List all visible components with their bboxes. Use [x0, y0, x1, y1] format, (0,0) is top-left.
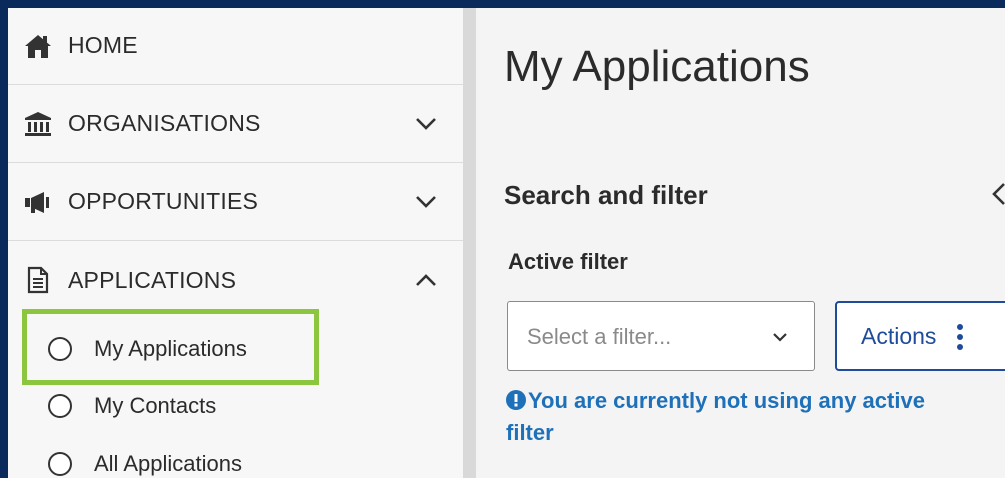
radio-icon [48, 452, 72, 476]
app-frame: HOME ORGANISATIONS OPPORTUNITIES APPLICA… [8, 8, 1005, 478]
panel-splitter[interactable] [463, 8, 476, 478]
home-icon [24, 32, 52, 60]
filter-info-message: You are currently not using any active f… [506, 385, 946, 449]
main-content: My Applications Search and filter Active… [476, 8, 1005, 478]
chevron-down-icon[interactable] [413, 111, 439, 137]
actions-button-label: Actions [861, 323, 937, 349]
megaphone-icon [24, 188, 52, 216]
page-title: My Applications [504, 42, 810, 91]
sidebar-item-label: OPPORTUNITIES [68, 188, 259, 214]
sidebar-item-organisations[interactable]: ORGANISATIONS [8, 85, 463, 163]
sidebar-item-home[interactable]: HOME [8, 8, 463, 85]
chevron-left-icon[interactable] [988, 180, 1005, 208]
actions-button[interactable]: Actions [835, 301, 1005, 371]
chevron-up-icon[interactable] [413, 267, 439, 293]
filter-select[interactable]: Select a filter... [507, 301, 815, 371]
document-icon [24, 266, 52, 294]
sidebar-item-applications[interactable]: APPLICATIONS [8, 241, 463, 319]
filter-select-placeholder: Select a filter... [527, 324, 672, 349]
info-icon [506, 387, 526, 410]
sidebar-subitem-all-applications[interactable]: All Applications [48, 444, 242, 478]
subitem-label: All Applications [94, 451, 242, 476]
subitem-label: My Contacts [94, 393, 217, 418]
sidebar-subitem-my-contacts[interactable]: My Contacts [48, 386, 216, 426]
radio-icon [48, 337, 72, 361]
radio-icon [48, 394, 72, 418]
sidebar-item-label: HOME [68, 32, 138, 58]
active-filter-label: Active filter [508, 249, 628, 274]
sidebar-item-opportunities[interactable]: OPPORTUNITIES [8, 163, 463, 241]
kebab-icon [955, 323, 965, 351]
sidebar-item-label: APPLICATIONS [68, 266, 237, 293]
sidebar-item-label: ORGANISATIONS [68, 110, 261, 136]
sidebar: HOME ORGANISATIONS OPPORTUNITIES APPLICA… [8, 8, 463, 478]
sidebar-subitem-my-applications[interactable]: My Applications [48, 329, 247, 369]
subitem-label: My Applications [94, 336, 247, 361]
chevron-down-icon[interactable] [413, 189, 439, 215]
bank-icon [24, 110, 52, 138]
chevron-down-icon [770, 327, 790, 347]
filter-info-text: You are currently not using any active f… [506, 388, 925, 445]
search-filter-title: Search and filter [504, 180, 708, 210]
